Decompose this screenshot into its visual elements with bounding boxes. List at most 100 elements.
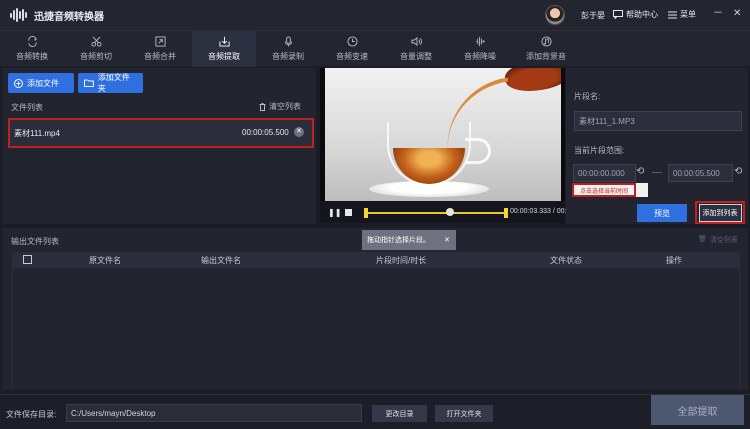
tab-label: 音频变速 [336,52,368,61]
tip-background [636,183,648,197]
extract-all-button[interactable]: 全部提取 [651,395,744,425]
tab-label: 添加背景音 [526,52,566,61]
app-logo-icon [10,8,28,22]
close-button[interactable]: ✕ [733,8,741,20]
username[interactable]: 彭于晏 [581,10,605,21]
output-table-body [12,268,740,388]
tab-label: 音频提取 [208,52,240,61]
help-center-button[interactable]: 帮助中心 [613,9,658,20]
add-file-label: 添加文件 [27,78,59,88]
tab-volume-adjust[interactable]: 音量调整 [384,31,448,67]
output-clear-label: 清空列表 [709,237,738,244]
range-start-handle[interactable] [364,208,368,218]
bg-music-icon [540,36,552,47]
set-start-time-icon[interactable]: ⟲ [636,166,644,177]
tab-label: 音频降噪 [464,52,496,61]
change-dir-button[interactable]: 更改目录 [372,405,427,422]
clear-list-label: 清空列表 [269,102,301,111]
save-dir-input[interactable]: C:/Users/mayn/Desktop [66,404,362,422]
file-panel: 添加文件 添加文件夹 文件列表 清空列表 素材111.mp4 00:00:05.… [2,68,316,224]
add-folder-label: 添加文件夹 [97,73,130,93]
footer-bar: 文件保存目录: C:/Users/mayn/Desktop 更改目录 打开文件夹… [0,394,750,429]
tab-audio-speed[interactable]: 音频变速 [320,31,384,67]
user-profile[interactable]: 彭于晏 [545,5,605,25]
file-duration: 00:00:05.500 [242,128,289,137]
video-preview[interactable] [320,68,565,201]
file-name: 素材111.mp4 [14,129,60,138]
volume-icon [410,36,422,47]
tab-audio-record[interactable]: 音频录制 [256,31,320,67]
select-current-time-tip[interactable]: 点击选择当前时间 [572,183,636,197]
trash-icon: 🗑 [698,236,707,243]
avatar[interactable] [545,5,565,25]
save-dir-label: 文件保存目录: [6,410,57,419]
tooltip-text: 拖动指针选择片段。 [367,237,430,244]
tab-audio-denoise[interactable]: 音频降噪 [448,31,512,67]
remove-file-icon[interactable]: ✕ [294,127,304,137]
col-clip-time: 片段时间/时长 [376,255,427,265]
add-to-list-button[interactable]: 添加到列表 [695,201,745,224]
range-end-handle[interactable] [504,208,508,218]
file-list-header: 文件列表 [11,103,43,112]
tooltip-close-icon[interactable]: ✕ [444,236,450,244]
timeline-track[interactable] [365,212,507,214]
tab-label: 音频录制 [272,52,304,61]
tab-add-bg-music[interactable]: 添加背景音 [512,31,580,67]
help-center-label: 帮助中心 [626,10,658,19]
tab-audio-extract[interactable]: 音频提取 [192,31,256,67]
app-title: 迅捷音频转换器 [34,11,104,23]
col-output-name: 输出文件名 [201,255,241,265]
merge-icon [154,36,166,47]
extract-icon [218,36,230,47]
col-file-status: 文件状态 [550,255,582,265]
output-clear-button[interactable]: 🗑 清空列表 [698,235,738,245]
teapot-image [502,68,561,96]
menu-icon [668,11,677,18]
tab-audio-merge[interactable]: 音频合并 [128,31,192,67]
select-all-checkbox[interactable] [23,255,32,264]
folder-icon [84,79,94,87]
clip-name-label: 片段名: [574,92,601,101]
file-row[interactable]: 素材111.mp4 00:00:05.500 ✕ [8,118,314,148]
add-file-button[interactable]: 添加文件 [8,73,74,93]
add-folder-button[interactable]: 添加文件夹 [78,73,143,93]
drag-hint-tooltip: 拖动指针选择片段。 ✕ [362,230,456,250]
tab-label: 音量调整 [400,52,432,61]
output-table-header: 原文件名 输出文件名 片段时间/时长 文件状态 操作 [12,252,740,268]
open-folder-button[interactable]: 打开文件夹 [435,405,493,422]
output-list-title: 输出文件列表 [11,237,59,246]
col-actions: 操作 [666,255,682,265]
minimize-button[interactable]: － [713,8,723,20]
title-bar: 迅捷音频转换器 彭于晏 帮助中心 菜单 － ✕ [0,0,750,30]
pause-icon[interactable]: ❚❚ [328,208,341,217]
playback-bar: ❚❚ 00:00:03.333 / 00:00:05.504 [320,201,598,223]
col-source-name: 原文件名 [89,255,121,265]
cup-handle-image [465,138,491,164]
preview-button[interactable]: 预览 [637,204,687,222]
menu-label: 菜单 [680,10,696,19]
output-panel: 输出文件列表 🗑 清空列表 原文件名 输出文件名 片段时间/时长 文件状态 操作 [2,228,748,390]
denoise-icon [475,36,485,47]
video-frame [325,68,561,201]
tab-label: 音频剪切 [80,52,112,61]
range-separator [652,172,662,173]
set-end-time-icon[interactable]: ⟲ [734,166,742,177]
scissors-icon [90,36,102,47]
stop-icon[interactable] [345,209,352,216]
add-to-list-label: 添加到列表 [698,203,742,222]
tab-label: 音频合并 [144,52,176,61]
playhead-knob[interactable] [446,208,454,216]
end-time-input[interactable]: 00:00:05.500 [668,164,733,182]
tab-label: 音频转换 [16,52,48,61]
cup-image [387,122,471,186]
plus-circle-icon [14,78,23,88]
clear-list-button[interactable]: 清空列表 [259,101,301,112]
tab-audio-convert[interactable]: 音频转换 [0,31,64,67]
clip-range-label: 当前片段范围: [574,146,625,155]
feature-toolbar: 音频转换 音频剪切 音频合并 音频提取 音频录制 音频变速 音量调整 音频降噪 … [0,30,750,67]
tab-audio-cut[interactable]: 音频剪切 [64,31,128,67]
mic-icon [284,36,292,47]
start-time-input[interactable]: 00:00:00.000 [573,164,636,182]
menu-button[interactable]: 菜单 [668,9,696,20]
clip-name-input[interactable]: 素材111_1.MP3 [574,111,742,131]
